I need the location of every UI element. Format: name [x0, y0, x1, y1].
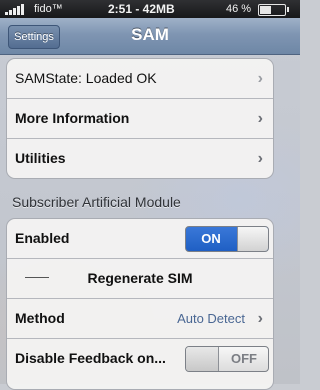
disable-feedback-label: Disable Feedback on...	[15, 350, 166, 366]
info-group: SAMState: Loaded OK › More Information ›…	[6, 58, 274, 179]
chevron-right-icon: ›	[257, 150, 263, 167]
page-title: SAM	[131, 25, 169, 44]
settings-group: Enabled ON Regenerate SIM Method Auto De…	[6, 218, 274, 390]
chevron-right-icon: ›	[257, 70, 263, 87]
enabled-row: Enabled ON	[7, 219, 273, 259]
battery-percent: 46 %	[226, 3, 252, 15]
samstate-label: SAMState: Loaded OK	[15, 70, 157, 86]
regenerate-sim-row[interactable]: Regenerate SIM	[7, 259, 273, 299]
status-time: 2:51 - 42MB	[108, 2, 175, 16]
regenerate-sim-label: Regenerate SIM	[87, 270, 193, 286]
toggle-knob	[186, 347, 219, 371]
method-row[interactable]: Method Auto Detect ›	[7, 299, 273, 339]
utilities-label: Utilities	[15, 150, 66, 166]
toggle-state: OFF	[231, 351, 257, 366]
carrier-name: fido™	[34, 3, 63, 15]
utilities-row[interactable]: Utilities ›	[7, 139, 273, 178]
method-value: Auto Detect	[177, 311, 245, 326]
toggle-knob	[237, 227, 268, 251]
toggle-state: ON	[201, 231, 221, 246]
signal-icon	[5, 3, 25, 15]
section-header: Subscriber Artificial Module	[12, 194, 181, 210]
disable-feedback-row: Disable Feedback on... OFF	[7, 339, 273, 378]
status-bar: fido™ 2:51 - 42MB 46 %	[0, 0, 300, 18]
enabled-toggle[interactable]: ON	[185, 226, 269, 252]
samstate-row[interactable]: SAMState: Loaded OK ›	[7, 59, 273, 99]
more-information-row[interactable]: More Information ›	[7, 99, 273, 139]
enabled-label: Enabled	[15, 230, 70, 246]
more-information-label: More Information	[15, 110, 130, 126]
chevron-right-icon: ›	[257, 110, 263, 127]
feedback-toggle[interactable]: OFF	[185, 346, 269, 372]
chevron-right-icon: ›	[257, 310, 263, 327]
method-label: Method	[15, 310, 65, 326]
battery-icon	[258, 4, 289, 16]
navigation-bar: Settings SAM	[0, 18, 300, 55]
